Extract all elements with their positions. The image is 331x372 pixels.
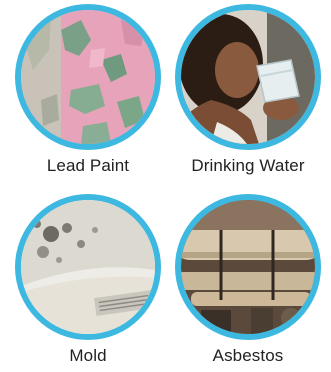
lead-paint-image-ring <box>15 4 161 150</box>
mold-ceiling-photo <box>21 200 155 334</box>
asbestos-image-ring <box>175 194 321 340</box>
peeling-paint-photo <box>21 10 155 144</box>
tile-label: Mold <box>69 346 107 365</box>
asbestos-pipes-photo <box>181 200 315 334</box>
tile-label: Lead Paint <box>46 156 130 175</box>
drinking-water-image-ring <box>175 4 321 150</box>
tile-label: Asbestos <box>212 346 284 365</box>
person-drinking-water-photo <box>181 10 315 144</box>
tile-label: Drinking Water <box>191 156 305 175</box>
mold-image-ring <box>15 194 161 340</box>
